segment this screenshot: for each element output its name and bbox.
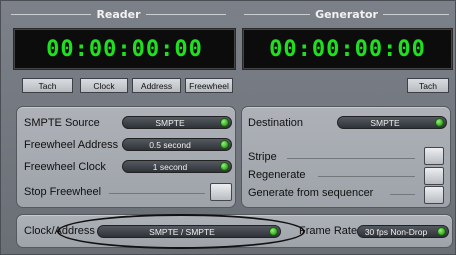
generate-from-sequencer-label: Generate from sequencer bbox=[248, 187, 374, 199]
smpte-source-value: SMPTE bbox=[155, 117, 185, 128]
stop-freewheel-label: Stop Freewheel bbox=[24, 186, 102, 198]
generate-from-sequencer-button[interactable] bbox=[424, 186, 444, 204]
led-indicator-icon bbox=[220, 162, 229, 171]
generator-section-header: Generator bbox=[244, 7, 449, 21]
destination-label: Destination bbox=[248, 117, 304, 129]
header-rule bbox=[382, 13, 449, 15]
leader-line bbox=[287, 158, 415, 159]
led-indicator-icon bbox=[220, 140, 229, 149]
stripe-label: Stripe bbox=[248, 151, 277, 163]
header-rule bbox=[244, 13, 311, 15]
regenerate-button[interactable] bbox=[424, 167, 444, 185]
smpte-source-label: SMPTE Source bbox=[24, 117, 100, 129]
stripe-button[interactable] bbox=[424, 147, 444, 165]
frame-rate-value: 30 fps Non-Drop bbox=[364, 226, 428, 237]
leader-line bbox=[109, 193, 205, 194]
frame-rate-label: Frame Rate bbox=[299, 225, 358, 237]
led-indicator-icon bbox=[269, 227, 278, 236]
clock-address-label: Clock/Address bbox=[24, 225, 95, 237]
led-indicator-icon bbox=[220, 118, 229, 127]
clock-address-value: SMPTE / SMPTE bbox=[149, 226, 215, 237]
reader-tach-button[interactable]: Tach bbox=[22, 78, 73, 93]
generator-tach-button[interactable]: Tach bbox=[407, 78, 449, 93]
stop-freewheel-button[interactable] bbox=[210, 183, 232, 201]
frame-rate-select[interactable]: 30 fps Non-Drop bbox=[357, 225, 449, 238]
generator-settings-panel: Destination SMPTE Stripe Regenerate Gene… bbox=[241, 106, 451, 208]
leader-line bbox=[390, 194, 415, 195]
header-rule bbox=[145, 13, 226, 15]
reader-address-button[interactable]: Address bbox=[132, 78, 181, 93]
freewheel-address-value: 0.5 second bbox=[149, 139, 191, 150]
freewheel-clock-label: Freewheel Clock bbox=[24, 161, 106, 173]
led-indicator-icon bbox=[437, 227, 446, 236]
reader-title: Reader bbox=[96, 7, 141, 21]
smpte-source-select[interactable]: SMPTE bbox=[122, 116, 232, 129]
generator-title: Generator bbox=[315, 7, 378, 21]
generator-timecode-display: 00:00:00:00 bbox=[242, 28, 453, 70]
leader-line bbox=[318, 176, 415, 177]
regenerate-label: Regenerate bbox=[248, 169, 306, 181]
reader-section-header: Reader bbox=[11, 7, 226, 21]
reader-settings-panel: SMPTE Source SMPTE Freewheel Address 0.5… bbox=[16, 106, 236, 208]
freewheel-address-label: Freewheel Address bbox=[24, 139, 119, 151]
freewheel-clock-select[interactable]: 1 second bbox=[122, 160, 232, 173]
freewheel-address-select[interactable]: 0.5 second bbox=[122, 138, 232, 151]
reader-freewheel-button[interactable]: Freewheel bbox=[185, 78, 233, 93]
reader-timecode-display: 00:00:00:00 bbox=[13, 28, 236, 70]
clock-address-select[interactable]: SMPTE / SMPTE bbox=[97, 225, 281, 238]
destination-value: SMPTE bbox=[370, 117, 400, 128]
clock-framerate-panel: Clock/Address SMPTE / SMPTE Frame Rate 3… bbox=[16, 214, 453, 248]
header-rule bbox=[11, 13, 92, 15]
destination-select[interactable]: SMPTE bbox=[337, 116, 447, 129]
led-indicator-icon bbox=[435, 118, 444, 127]
reader-clock-button[interactable]: Clock bbox=[80, 78, 128, 93]
smpte-settings-window: Reader Generator 00:00:00:00 00:00:00:00… bbox=[0, 0, 456, 255]
freewheel-clock-value: 1 second bbox=[152, 161, 188, 172]
